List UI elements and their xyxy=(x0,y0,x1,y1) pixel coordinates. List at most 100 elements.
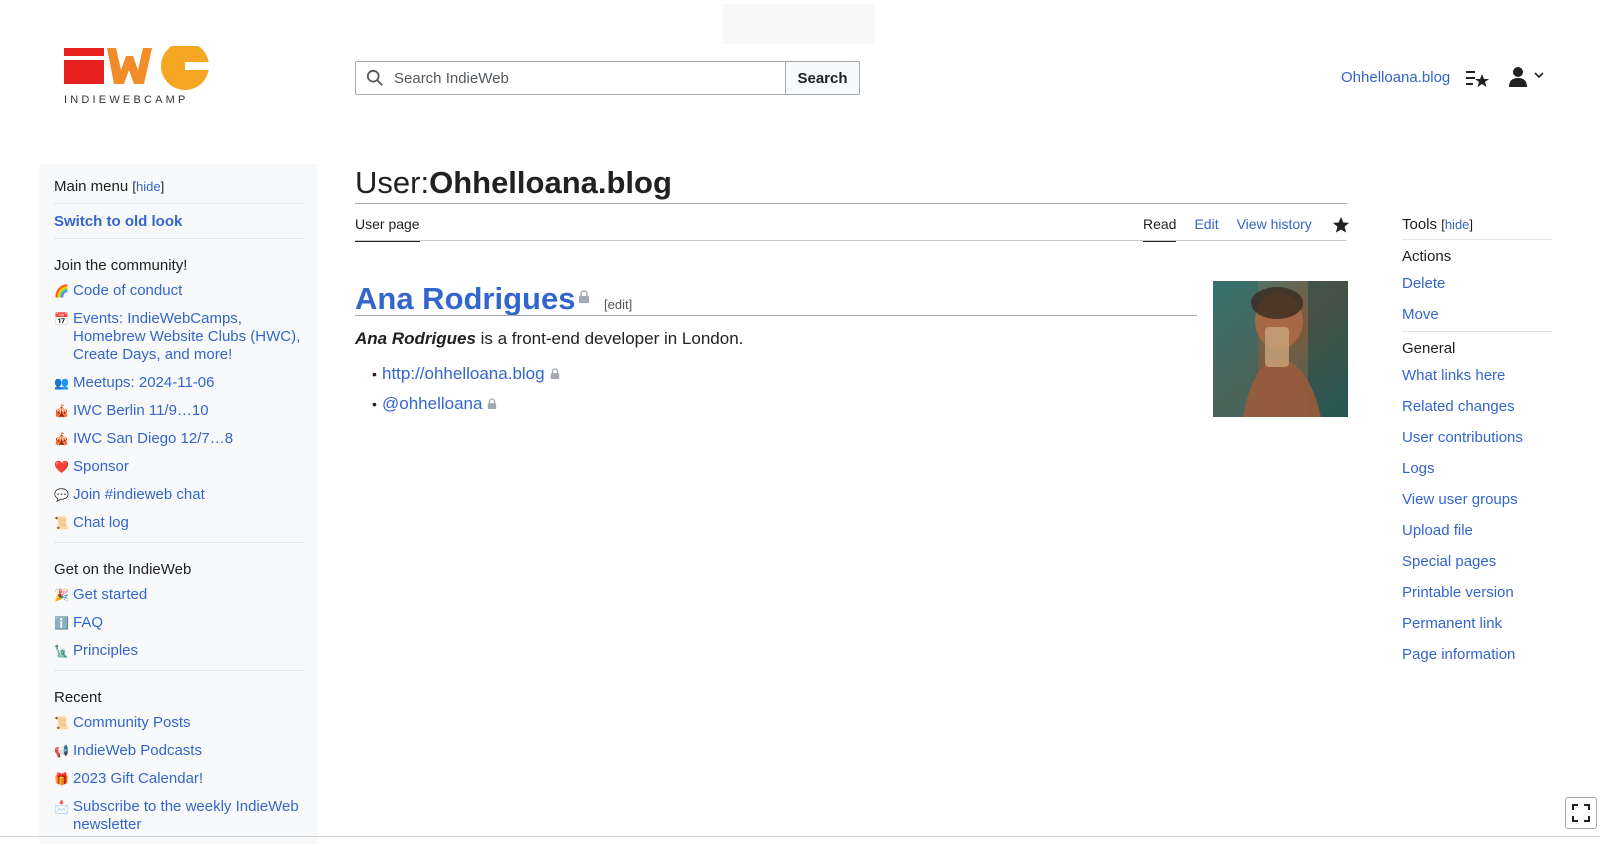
star-watch-icon[interactable] xyxy=(1332,216,1350,234)
watchlist-icon[interactable] xyxy=(1465,68,1489,88)
emoji-icon: 📅 xyxy=(54,312,69,326)
sidebar-item[interactable]: 🎉 Get started xyxy=(54,586,304,604)
fullscreen-icon xyxy=(1572,804,1590,822)
tools-general-link[interactable]: View user groups xyxy=(1402,491,1552,508)
get-item-link[interactable]: FAQ xyxy=(73,614,103,632)
join-item-link[interactable]: Chat log xyxy=(73,514,129,532)
section-edit-link[interactable]: [edit] xyxy=(604,297,632,312)
divider xyxy=(1402,239,1552,240)
tabs-divider xyxy=(355,240,1347,241)
list-item: • http://ohhelloana.blog xyxy=(372,364,560,384)
sidebar-item[interactable]: ℹ️ FAQ xyxy=(54,614,304,632)
tools-general-link[interactable]: Logs xyxy=(1402,460,1552,477)
intro-text: Ana Rodrigues is a front-end developer i… xyxy=(355,329,743,349)
join-item-link[interactable]: Sponsor xyxy=(73,458,129,476)
tools-label: Tools xyxy=(1402,216,1438,233)
tools-general-link[interactable]: Permanent link xyxy=(1402,615,1552,632)
emoji-icon: 🌈 xyxy=(54,284,69,298)
tools-general-link[interactable]: Page information xyxy=(1402,646,1552,663)
emoji-icon: 📢 xyxy=(54,744,69,758)
recent-heading: Recent xyxy=(54,689,102,706)
get-item-link[interactable]: Get started xyxy=(73,586,147,604)
get-item-link[interactable]: Principles xyxy=(73,642,138,660)
main-menu-hide-link[interactable]: hide xyxy=(136,179,161,194)
user-menu-icon[interactable] xyxy=(1508,66,1552,88)
recent-item-link[interactable]: IndieWeb Podcasts xyxy=(73,742,202,760)
main-menu-sidebar: Main menu [hide] Switch to old look Join… xyxy=(39,164,318,844)
switch-old-look-link[interactable]: Switch to old look xyxy=(54,213,304,230)
sidebar-item[interactable]: 📢 IndieWeb Podcasts xyxy=(54,742,304,760)
search-button[interactable]: Search xyxy=(785,61,860,95)
search-bar: Search xyxy=(355,61,860,95)
tools-hide-link[interactable]: hide xyxy=(1445,217,1470,232)
emoji-icon: ❤️ xyxy=(54,460,69,474)
bottom-border xyxy=(0,836,1600,837)
sidebar-item[interactable]: 🌈 Code of conduct xyxy=(54,282,304,300)
user-links-list: • http://ohhelloana.blog • @ohhelloana xyxy=(372,364,560,424)
divider xyxy=(1402,331,1552,332)
sidebar-item[interactable]: 🎁 2023 Gift Calendar! xyxy=(54,770,304,788)
emoji-icon: 🎁 xyxy=(54,772,69,786)
join-item-link[interactable]: Join #indieweb chat xyxy=(73,486,205,504)
sidebar-item[interactable]: 📜 Community Posts xyxy=(54,714,304,732)
sidebar-item[interactable]: ❤️ Sponsor xyxy=(54,458,304,476)
sidebar-item[interactable]: 📅 Events: IndieWebCamps, Homebrew Website… xyxy=(54,310,304,364)
divider xyxy=(54,238,304,239)
sidebar-item[interactable]: 📜 Chat log xyxy=(54,514,304,532)
tools-general-link[interactable]: User contributions xyxy=(1402,429,1552,446)
tab-view-history[interactable]: View history xyxy=(1237,216,1312,232)
sidebar-item[interactable]: 💬 Join #indieweb chat xyxy=(54,486,304,504)
divider xyxy=(54,203,304,204)
join-item-link[interactable]: Meetups: 2024-11-06 xyxy=(73,374,214,392)
general-heading: General xyxy=(1402,340,1456,357)
tools-general-link[interactable]: Upload file xyxy=(1402,522,1552,539)
title-namespace: User: xyxy=(355,165,430,200)
lock-icon xyxy=(550,368,559,379)
recent-item-link[interactable]: Subscribe to the weekly IndieWeb newslet… xyxy=(73,798,304,834)
tools-heading: Tools [hide] xyxy=(1402,216,1474,233)
join-item-link[interactable]: Events: IndieWebCamps, Homebrew Website … xyxy=(73,310,304,364)
tools-general-link[interactable]: What links here xyxy=(1402,367,1552,384)
lock-icon xyxy=(579,290,589,303)
twitter-handle-link[interactable]: @ohhelloana xyxy=(382,394,482,414)
emoji-icon: 🎉 xyxy=(54,588,69,602)
intro-name: Ana Rodrigues xyxy=(355,329,476,348)
tools-sidebar: Tools [hide] Actions Delete Move General … xyxy=(1402,216,1552,677)
sidebar-item[interactable]: 🎪 IWC Berlin 11/9…10 xyxy=(54,402,304,420)
search-input[interactable] xyxy=(394,69,785,87)
join-heading: Join the community! xyxy=(54,257,188,274)
tools-action-link[interactable]: Delete xyxy=(1402,275,1552,292)
indiewebcamp-logo[interactable]: INDIEWEBCAMP xyxy=(64,42,214,108)
sidebar-item[interactable]: 👥 Meetups: 2024-11-06 xyxy=(54,374,304,392)
emoji-icon: 🗽 xyxy=(54,644,69,658)
fullscreen-button[interactable] xyxy=(1565,797,1597,829)
tools-general-link[interactable]: Special pages xyxy=(1402,553,1552,570)
emoji-icon: 📜 xyxy=(54,516,69,530)
user-page-link[interactable]: Ohhelloana.blog xyxy=(1341,69,1450,86)
tab-edit[interactable]: Edit xyxy=(1194,216,1218,232)
join-item-link[interactable]: IWC Berlin 11/9…10 xyxy=(73,402,209,420)
website-link[interactable]: http://ohhelloana.blog xyxy=(382,364,545,384)
view-tabs: Read Edit View history xyxy=(1143,216,1350,242)
logo-text: INDIEWEBCAMP xyxy=(64,94,189,106)
emoji-icon: 💬 xyxy=(54,488,69,502)
user-photo[interactable] xyxy=(1213,281,1348,417)
join-item-link[interactable]: IWC San Diego 12/7…8 xyxy=(73,430,233,448)
recent-item-link[interactable]: 2023 Gift Calendar! xyxy=(73,770,203,788)
sidebar-item[interactable]: 📩 Subscribe to the weekly IndieWeb newsle… xyxy=(54,798,304,834)
recent-item-link[interactable]: Community Posts xyxy=(73,714,191,732)
sidebar-item[interactable]: 🎪 IWC San Diego 12/7…8 xyxy=(54,430,304,448)
namespace-tabs: User page xyxy=(355,216,420,242)
divider xyxy=(54,670,304,671)
list-item: • @ohhelloana xyxy=(372,394,560,414)
join-item-link[interactable]: Code of conduct xyxy=(73,282,182,300)
emoji-icon: 👥 xyxy=(54,376,69,390)
user-heading[interactable]: Ana Rodrigues xyxy=(355,281,575,317)
tab-user-page[interactable]: User page xyxy=(355,216,420,242)
tools-general-link[interactable]: Related changes xyxy=(1402,398,1552,415)
tools-action-link[interactable]: Move xyxy=(1402,306,1552,323)
tools-general-link[interactable]: Printable version xyxy=(1402,584,1552,601)
search-box[interactable] xyxy=(355,61,785,95)
tab-read[interactable]: Read xyxy=(1143,216,1177,242)
sidebar-item[interactable]: 🗽 Principles xyxy=(54,642,304,660)
